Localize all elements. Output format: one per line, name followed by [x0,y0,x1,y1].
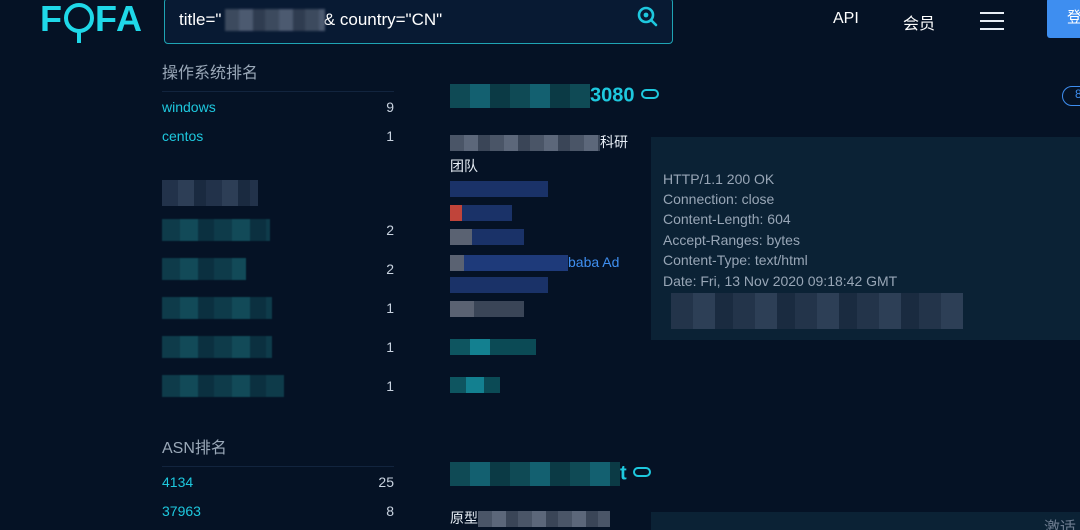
host-port: 3080 [590,84,635,107]
top-header: F FA API 会员 登 [0,0,1080,44]
redacted-info-1 [450,180,548,198]
result-org-suffix: 科研 [600,134,628,150]
http-header-line: Content-Type: text/html [663,252,808,268]
redacted-info-2 [450,204,512,222]
redacted-section-title [162,180,394,210]
list-item[interactable]: 4134 25 [162,467,394,496]
result-org-line: 原型 [450,508,610,528]
http-header-line: Date: Fri, 13 Nov 2020 09:18:42 GMT [663,273,898,289]
redacted-item-name[interactable] [162,218,270,241]
http-header-panel: HTTP/1.1 200 OK Connection: close Conten… [651,137,1080,340]
os-name[interactable]: centos [162,128,203,144]
link-icon[interactable] [632,467,651,478]
list-item[interactable]: windows 9 [162,92,394,121]
hamburger-menu-icon[interactable] [980,12,1004,32]
list-item[interactable]: 1 [162,327,394,366]
logo-o-icon [64,3,94,43]
redacted-host [450,462,620,486]
list-item[interactable]: 1 [162,366,394,405]
result-org-line: 科研 [450,132,628,152]
list-item[interactable]: centos 1 [162,121,394,150]
search-icon[interactable] [636,5,658,27]
logo-letter-f: F [40,0,63,39]
login-button[interactable]: 登 [1047,0,1080,38]
redacted-query-part [225,9,325,31]
http-status-line: HTTP/1.1 200 OK [663,171,775,187]
corner-label: 激适 [1044,520,1077,530]
link-icon[interactable] [640,89,659,100]
asn-ranking-title: ASN排名 [162,435,394,467]
stats-sidebar: 操作系统排名 windows 9 centos 1 2 2 1 1 1 ASN排… [162,60,394,525]
redacted-item-name[interactable] [162,335,272,358]
fofa-logo[interactable]: F FA [40,0,144,43]
asn-count: 8 [386,502,394,519]
redacted-info-7 [450,338,536,356]
list-item[interactable]: 1 [162,288,394,327]
http-header-line: Connection: close [663,191,775,207]
list-item[interactable]: 2 [162,249,394,288]
os-name[interactable]: windows [162,99,216,115]
item-count: 1 [386,377,394,394]
item-count: 2 [386,221,394,238]
result-tag-badge[interactable]: 8 [1062,86,1080,106]
asn-count: 25 [378,473,394,490]
result-org-link-line[interactable]: baba Ad [450,254,619,272]
redacted-http-lines [671,293,963,329]
http-header-line: Accept-Ranges: bytes [663,232,800,248]
result-org-prefix: 原型 [450,510,478,526]
search-box [164,0,673,44]
redacted-info-6 [450,300,524,318]
list-item[interactable]: 2 [162,210,394,249]
redacted-item-name[interactable] [162,374,284,397]
http-header-panel [651,512,1080,530]
result-host-link[interactable]: 3080 [450,84,659,108]
redacted-info-8 [450,376,500,394]
http-header-line: Content-Length: 604 [663,211,791,227]
list-item[interactable]: 37963 8 [162,496,394,525]
redacted-item-name[interactable] [162,257,246,280]
result-org-link[interactable]: baba Ad [568,254,619,270]
os-ranking-title: 操作系统排名 [162,60,394,92]
result-org-line2: 团队 [450,158,478,174]
os-count: 1 [386,127,394,144]
host-suffix: t [620,462,627,485]
result-host-link[interactable]: t [450,462,651,486]
nav-api-link[interactable]: API [833,10,859,28]
item-count: 2 [386,260,394,277]
item-count: 1 [386,299,394,316]
redacted-info-3 [450,228,524,246]
nav-member-link[interactable]: 会员 [903,10,935,34]
redacted-info-5 [450,276,548,294]
logo-letters-fa: FA [95,0,144,39]
os-count: 9 [386,98,394,115]
redacted-host [450,84,590,108]
asn-number[interactable]: 4134 [162,474,193,490]
redacted-item-name[interactable] [162,296,272,319]
asn-number[interactable]: 37963 [162,503,201,519]
item-count: 1 [386,338,394,355]
